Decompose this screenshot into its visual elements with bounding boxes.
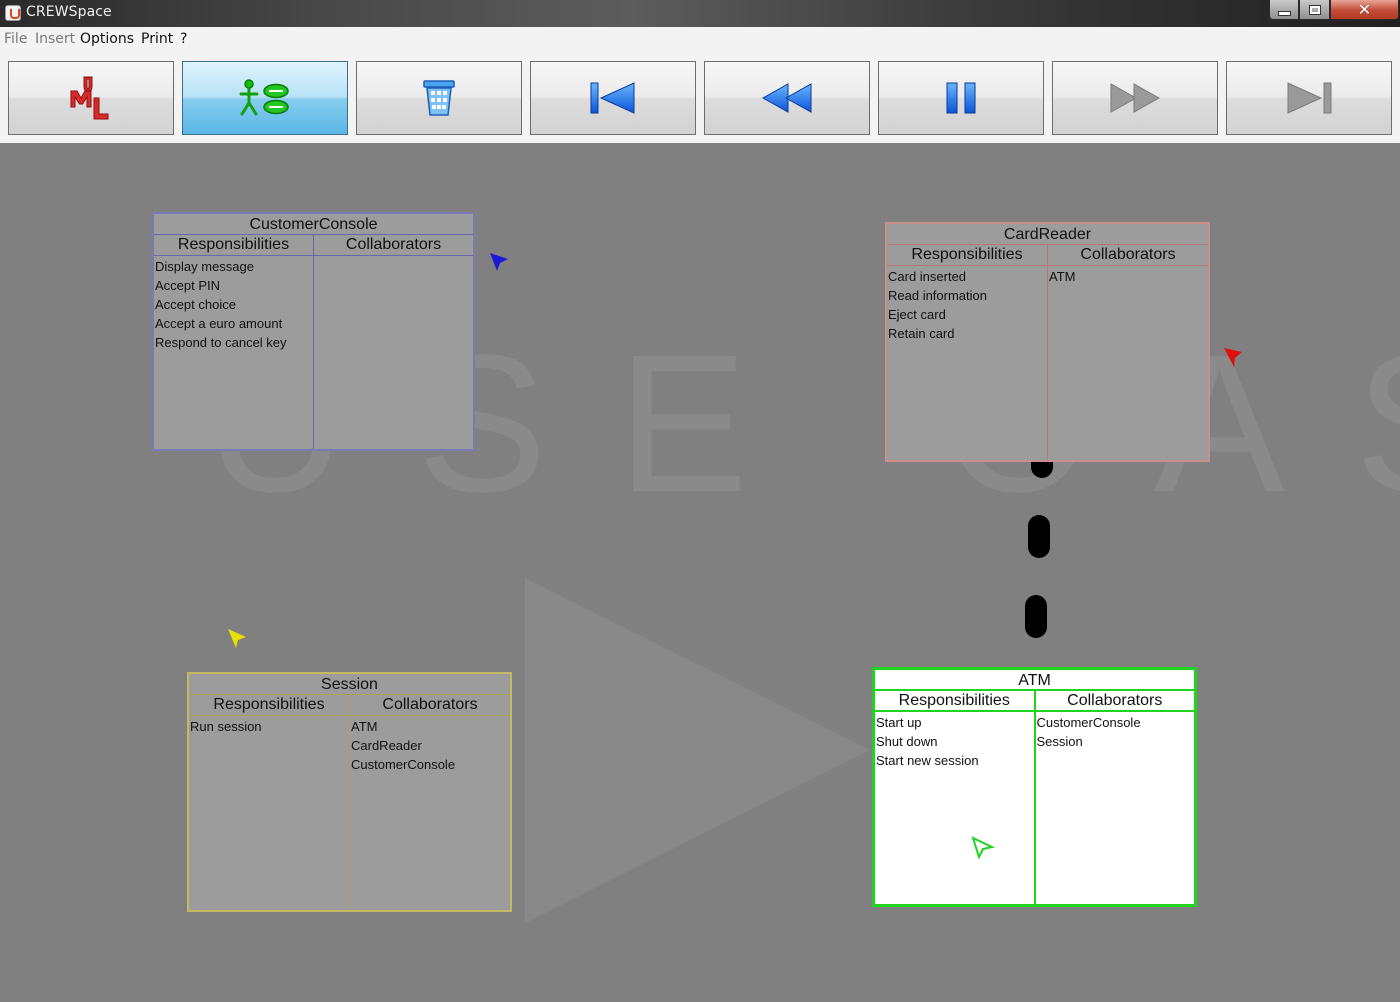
menu-file[interactable]: File [4, 31, 27, 47]
red-user-cursor [1224, 348, 1242, 367]
responsibility-item: Shut down [876, 734, 938, 749]
menu-print[interactable]: Print [141, 31, 173, 47]
skip-end-icon [1287, 82, 1332, 114]
collaborator-item: CustomerConsole [351, 757, 456, 772]
collaborators-list [314, 256, 473, 449]
responsibilities-header: Responsibilities [189, 695, 350, 715]
trash-bin-icon [423, 80, 455, 116]
collaborators-list: ATM [1048, 266, 1208, 460]
menu-insert[interactable]: Insert [35, 31, 75, 47]
java-app-icon [5, 5, 21, 21]
responsibilities-header: Responsibilities [154, 235, 314, 255]
maximize-icon [1308, 4, 1321, 15]
crc-card-session[interactable]: Session Responsibilities Collaborators R… [187, 672, 512, 912]
green-user-cursor [971, 836, 996, 860]
collaborator-item: Session [1036, 734, 1083, 749]
minimize-button[interactable] [1269, 0, 1299, 20]
card-title: CustomerConsole [154, 214, 473, 235]
responsibility-item: Retain card [888, 326, 955, 341]
pause-button[interactable] [878, 61, 1044, 135]
close-button[interactable]: ✕ [1330, 0, 1399, 20]
blue-user-cursor [490, 253, 508, 271]
responsibility-item: Start up [876, 715, 922, 730]
responsibilities-list: Start up Shut down Start new session [875, 712, 1036, 904]
menu-options[interactable]: Options [80, 31, 134, 47]
uml-icon [70, 76, 109, 120]
menu-help[interactable]: ? [180, 31, 187, 47]
collaborators-header: Collaborators [345, 236, 442, 253]
toolbar [0, 52, 1400, 143]
collaborators-list: CustomerConsole Session [1036, 712, 1195, 904]
crc-card-customer-console[interactable]: CustomerConsole Responsibilities Collabo… [152, 212, 475, 451]
responsibility-item: Accept PIN [155, 278, 221, 293]
responsibilities-list: Run session [189, 716, 350, 910]
collaboration-line-segment [1025, 595, 1047, 638]
collaborator-item: CardReader [351, 738, 422, 753]
uml-button[interactable] [8, 61, 174, 135]
maximize-button[interactable] [1299, 0, 1330, 20]
diagram-canvas[interactable]: USE CASE CustomerConsole Responsibilitie… [0, 143, 1400, 1002]
collaborators-header: Collaborators [1067, 692, 1163, 709]
responsibility-item: Card inserted [888, 269, 967, 284]
fast-forward-button[interactable] [1052, 61, 1218, 135]
delete-button[interactable] [356, 61, 522, 135]
responsibility-item: Read information [888, 288, 987, 303]
close-icon: ✕ [1357, 0, 1372, 19]
skip-to-start-button[interactable] [530, 61, 696, 135]
rewind-icon [761, 83, 812, 113]
card-title: CardReader [887, 224, 1208, 245]
fast-forward-icon [1110, 83, 1161, 113]
minimize-icon [1277, 10, 1291, 16]
collaborators-list: ATM CardReader CustomerConsole [350, 716, 510, 910]
responsibility-item: Accept a euro amount [155, 316, 283, 331]
responsibilities-header: Responsibilities [875, 691, 1036, 710]
background-play-icon [525, 578, 870, 923]
skip-to-end-button[interactable] [1226, 61, 1392, 135]
responsibility-item: Run session [190, 719, 262, 734]
collaborators-header: Collaborators [1080, 246, 1176, 263]
crc-card-atm[interactable]: ATM Responsibilities Collaborators Start… [872, 667, 1197, 907]
responsibility-item: Accept choice [155, 297, 236, 312]
collaborator-item: ATM [351, 719, 378, 734]
responsibility-item: Respond to cancel key [155, 335, 287, 350]
collaboration-line-segment [1028, 515, 1050, 558]
menu-bar: File Insert Options Print ? [0, 27, 1400, 52]
collaborator-item: ATM [1049, 269, 1076, 284]
rewind-button[interactable] [704, 61, 870, 135]
responsibilities-list: Card inserted Read information Eject car… [887, 266, 1048, 460]
responsibilities-list: Display message Accept PIN Accept choice… [154, 256, 314, 449]
responsibility-item: Display message [155, 259, 254, 274]
collaborators-header: Collaborators [382, 696, 478, 713]
collaborator-item: CustomerConsole [1036, 715, 1141, 730]
pause-icon [946, 82, 976, 114]
responsibility-item: Eject card [888, 307, 946, 322]
yellow-user-cursor [228, 629, 246, 648]
responsibility-item: Start new session [876, 753, 979, 768]
actor-use-case-icon [239, 79, 289, 116]
card-title: ATM [875, 670, 1194, 691]
skip-start-icon [590, 82, 635, 114]
responsibilities-header: Responsibilities [887, 245, 1048, 265]
crc-card-card-reader[interactable]: CardReader Responsibilities Collaborator… [885, 222, 1210, 462]
card-title: Session [189, 674, 510, 695]
use-case-button[interactable] [182, 61, 348, 135]
title-bar: CREWSpace ✕ [0, 0, 1400, 27]
window-title: CREWSpace [26, 4, 112, 20]
